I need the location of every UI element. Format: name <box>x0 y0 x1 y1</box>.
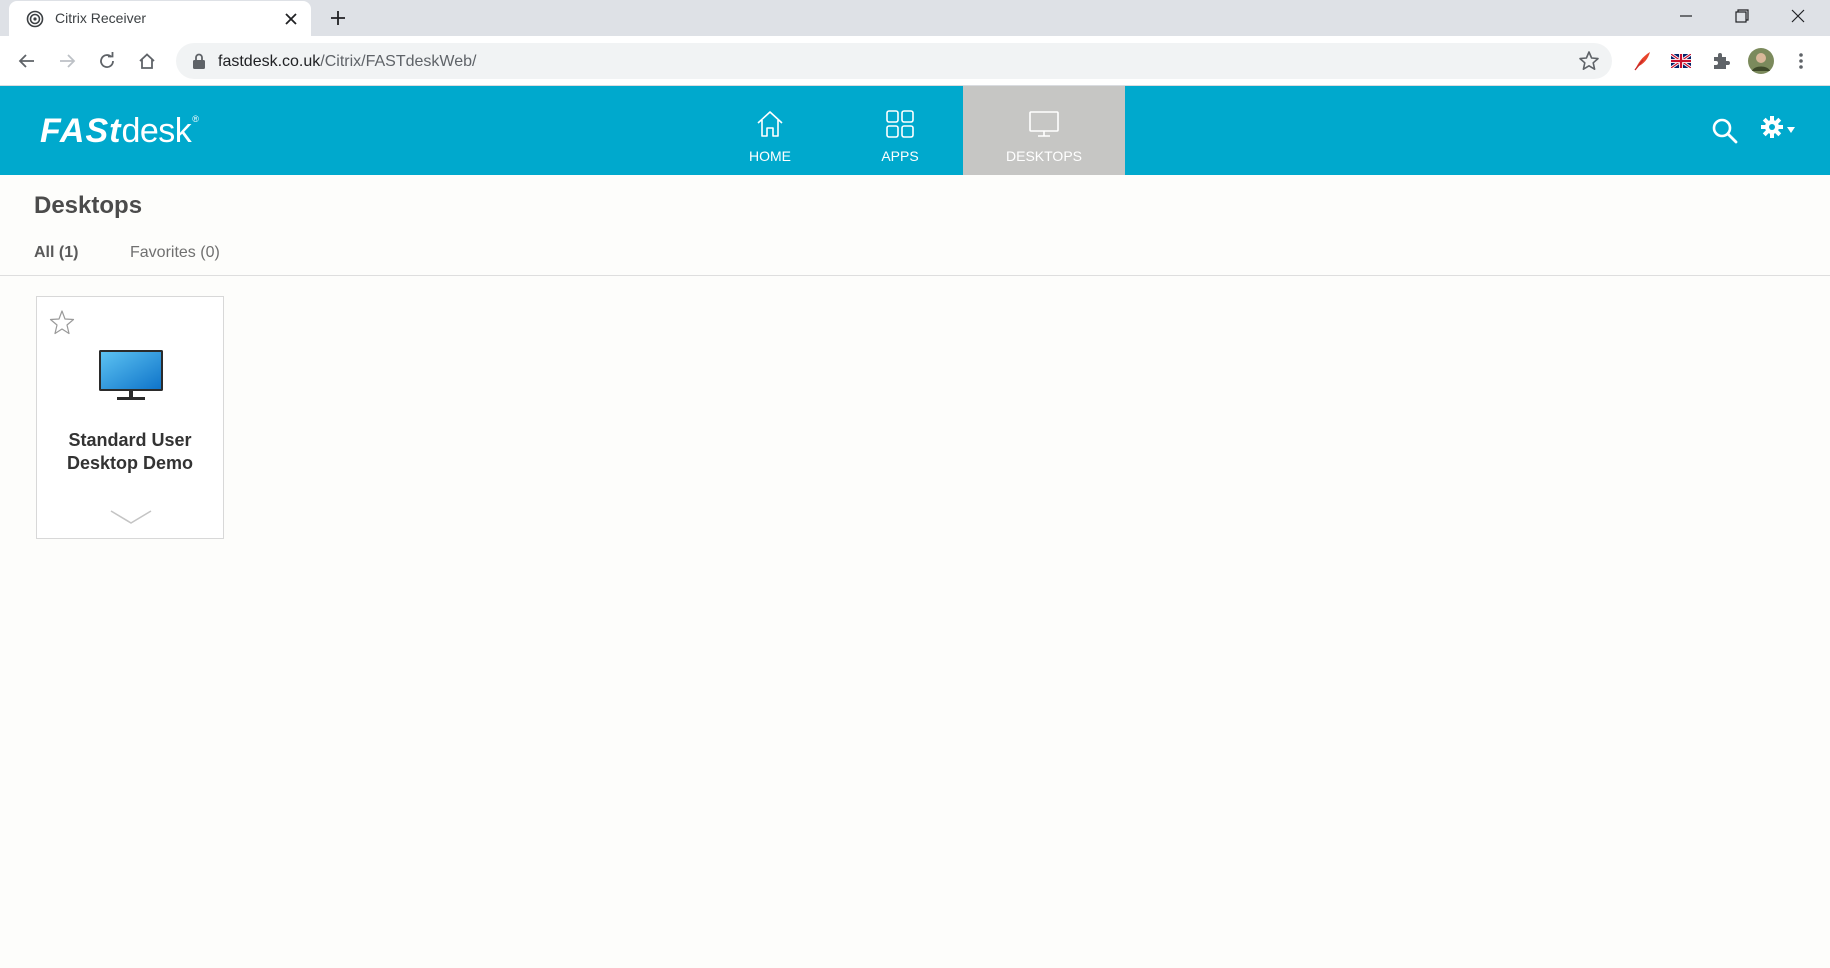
url-text: fastdesk.co.uk/Citrix/FASTdeskWeb/ <box>218 53 477 70</box>
bookmark-star-icon[interactable] <box>1578 50 1600 72</box>
address-bar[interactable]: fastdesk.co.uk/Citrix/FASTdeskWeb/ <box>176 43 1612 79</box>
filter-tab-all[interactable]: All (1) <box>34 243 78 262</box>
browser-tab-title: Citrix Receiver <box>55 10 147 26</box>
feather-extension-icon[interactable] <box>1629 48 1655 74</box>
home-page-icon[interactable] <box>131 45 163 77</box>
app-header: FASt desk ® HOME APPS DESKTOPS <box>0 86 1830 175</box>
browser-menu-icon[interactable] <box>1788 48 1814 74</box>
monitor-icon <box>1028 108 1060 140</box>
home-icon <box>754 108 786 140</box>
nav-tab-desktops[interactable]: DESKTOPS <box>963 86 1125 175</box>
fastdesk-logo[interactable]: FASt desk ® <box>40 112 199 150</box>
new-tab-plus-icon[interactable] <box>326 6 350 30</box>
browser-tab[interactable]: Citrix Receiver <box>9 1 311 36</box>
desktop-monitor-icon <box>98 349 164 401</box>
settings-menu-button[interactable] <box>1760 114 1800 144</box>
citrix-favicon-icon <box>26 10 44 28</box>
uk-flag-extension-icon[interactable] <box>1668 48 1694 74</box>
browser-tab-strip: Citrix Receiver <box>0 0 1830 36</box>
caret-down-icon <box>1787 120 1795 138</box>
filter-tab-favorites[interactable]: Favorites (0) <box>130 243 220 262</box>
lock-icon[interactable] <box>192 53 206 69</box>
minimize-window-icon[interactable] <box>1658 0 1714 32</box>
extensions-puzzle-icon[interactable] <box>1708 48 1734 74</box>
close-tab-icon[interactable] <box>281 9 301 29</box>
browser-toolbar: fastdesk.co.uk/Citrix/FASTdeskWeb/ <box>0 36 1830 86</box>
nav-tab-label: APPS <box>881 148 919 164</box>
gear-icon <box>1760 115 1784 144</box>
nav-tab-home[interactable]: HOME <box>730 86 810 175</box>
reload-icon[interactable] <box>91 45 123 77</box>
restore-window-icon[interactable] <box>1714 0 1770 32</box>
nav-tab-apps[interactable]: APPS <box>860 86 940 175</box>
profile-avatar-icon[interactable] <box>1748 48 1774 74</box>
filter-divider <box>0 275 1830 276</box>
favorite-star-icon[interactable] <box>49 309 75 335</box>
nav-tab-label: HOME <box>749 148 791 164</box>
nav-tab-label: DESKTOPS <box>1006 148 1082 164</box>
desktop-name: Standard User Desktop Demo <box>66 430 194 473</box>
apps-grid-icon <box>884 108 916 140</box>
desktop-tile[interactable]: Standard User Desktop Demo <box>36 296 224 539</box>
forward-arrow-icon[interactable] <box>51 45 83 77</box>
chevron-down-icon[interactable] <box>109 507 153 529</box>
back-arrow-icon[interactable] <box>11 45 43 77</box>
search-icon[interactable] <box>1710 116 1740 146</box>
close-window-icon[interactable] <box>1770 0 1826 32</box>
page-title: Desktops <box>34 192 143 219</box>
